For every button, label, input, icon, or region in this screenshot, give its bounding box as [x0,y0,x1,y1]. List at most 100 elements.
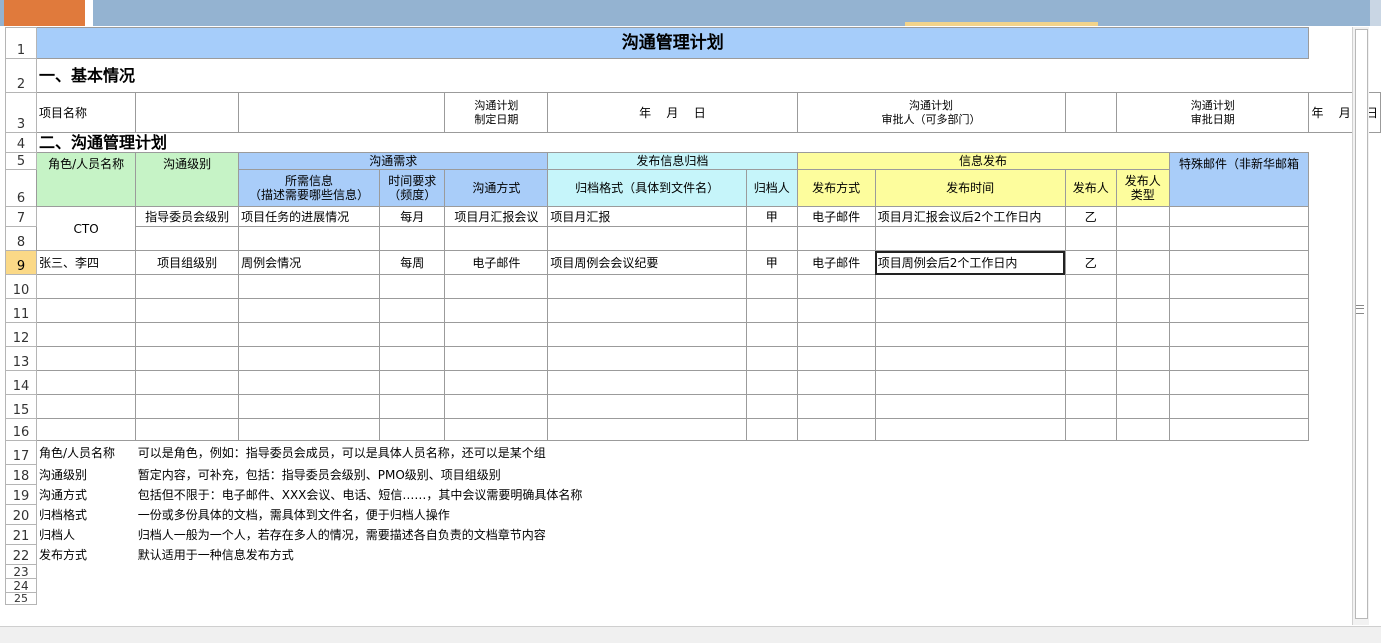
row-header[interactable]: 18 [5,464,37,485]
cell[interactable] [796,274,876,299]
cell[interactable] [238,346,380,371]
cell-publisher[interactable]: 乙 [1064,250,1117,275]
cell[interactable] [796,394,876,419]
cell[interactable] [444,418,549,441]
cell[interactable] [1064,274,1117,299]
row-header[interactable]: 4 [5,132,37,153]
cell[interactable] [547,226,747,251]
cell[interactable] [547,346,747,371]
cell-level[interactable]: 项目组级别 [135,250,240,275]
cell-level[interactable]: 指导委员会级别 [135,206,240,227]
cell[interactable] [35,418,137,441]
cell[interactable] [745,298,798,323]
cell[interactable] [874,274,1066,299]
cell[interactable] [547,394,747,419]
cell-archiver[interactable]: 甲 [745,206,798,227]
cell-publisher[interactable]: 乙 [1064,206,1117,227]
row-header-selected[interactable]: 9 [5,250,37,275]
cell[interactable] [444,322,549,347]
empty-row[interactable] [36,565,1309,579]
cell[interactable] [378,322,446,347]
row-header[interactable]: 12 [5,322,37,347]
approve-date-label[interactable]: 沟通计划 审批日期 [1115,92,1310,133]
cell[interactable] [1064,346,1117,371]
cell[interactable] [378,226,446,251]
vertical-scrollbar[interactable] [1352,27,1369,625]
cell[interactable] [238,322,380,347]
header-archive-format[interactable]: 归档格式（具体到文件名） [547,169,747,207]
row-header[interactable]: 14 [5,370,37,395]
cell-role[interactable]: CTO [35,206,137,251]
cell[interactable] [35,274,137,299]
cell[interactable] [1115,250,1170,275]
row-header[interactable]: 5 [5,152,37,170]
cell[interactable] [378,298,446,323]
cell[interactable] [874,394,1066,419]
cell[interactable] [745,346,798,371]
row-header[interactable]: 6 [5,169,37,207]
note-desc[interactable]: 可以是角色，例如：指导委员会成员，可以是具体人员名称，还可以是某个组 [136,441,1309,465]
cell[interactable] [745,274,798,299]
cell[interactable] [874,418,1066,441]
header-publisher[interactable]: 发布人 [1064,169,1117,207]
cell[interactable] [1168,274,1310,299]
cell[interactable] [444,226,549,251]
cell[interactable] [796,298,876,323]
cell[interactable] [745,226,798,251]
row-header[interactable]: 13 [5,346,37,371]
note-desc[interactable]: 默认适用于一种信息发布方式 [136,545,1309,565]
cell[interactable] [1168,206,1310,227]
cell[interactable] [444,298,549,323]
cell[interactable] [547,418,747,441]
cell-pub-method[interactable]: 电子邮件 [796,250,876,275]
row-header[interactable]: 24 [5,578,37,593]
empty-row[interactable] [36,579,1309,593]
cell-pub-method[interactable]: 电子邮件 [796,206,876,227]
cell[interactable] [135,92,240,133]
row-header[interactable]: 17 [5,440,37,465]
note-term[interactable]: 归档人 [36,525,135,545]
plan-date-value[interactable]: 年 月 日 [547,92,798,133]
cell[interactable] [135,394,240,419]
row-header[interactable]: 23 [5,564,37,579]
row-header[interactable]: 25 [5,592,37,605]
cell[interactable] [1115,298,1170,323]
project-name-label[interactable]: 项目名称 [35,92,137,133]
cell-method[interactable]: 电子邮件 [444,250,549,275]
cell[interactable] [1064,418,1117,441]
cell-method[interactable]: 项目月汇报会议 [444,206,549,227]
row-header[interactable]: 8 [5,226,37,251]
cell[interactable] [874,226,1066,251]
cell-pub-time[interactable]: 项目月汇报会议后2个工作日内 [874,206,1066,227]
cell[interactable] [35,322,137,347]
row-header[interactable]: 7 [5,206,37,227]
cell[interactable] [1064,226,1117,251]
note-desc[interactable]: 一份或多份具体的文档，需具体到文件名，便于归档人操作 [136,505,1309,525]
row-header[interactable]: 1 [5,27,37,59]
cell[interactable] [378,418,446,441]
cell[interactable] [1115,274,1170,299]
cell[interactable] [1115,226,1170,251]
cell-role[interactable]: 张三、李四 [35,250,137,275]
file-tab[interactable] [4,0,85,26]
cell[interactable] [1168,370,1310,395]
cell[interactable] [745,370,798,395]
cell-info[interactable]: 项目任务的进展情况 [238,206,380,227]
cell[interactable] [444,346,549,371]
header-role[interactable]: 角色/人员名称 [35,152,137,207]
approver-label[interactable]: 沟通计划 审批人（可多部门） [796,92,1066,133]
sheet-title[interactable]: 沟通管理计划 [35,27,1310,59]
header-archiver[interactable]: 归档人 [745,169,798,207]
row-header[interactable]: 22 [5,544,37,565]
note-desc[interactable]: 包括但不限于：电子邮件、XXX会议、电话、短信……，其中会议需要明确具体名称 [136,485,1309,505]
cell[interactable] [1064,298,1117,323]
empty-row[interactable] [36,593,1309,605]
cell[interactable] [1064,370,1117,395]
cell[interactable] [378,370,446,395]
cell[interactable] [1115,346,1170,371]
header-frequency[interactable]: 时间要求 （频度） [378,169,446,207]
cell[interactable] [1168,226,1310,251]
row-header[interactable]: 16 [5,418,37,441]
project-name-value[interactable] [238,92,446,133]
header-group-comm-needs[interactable]: 沟通需求 [238,152,549,170]
